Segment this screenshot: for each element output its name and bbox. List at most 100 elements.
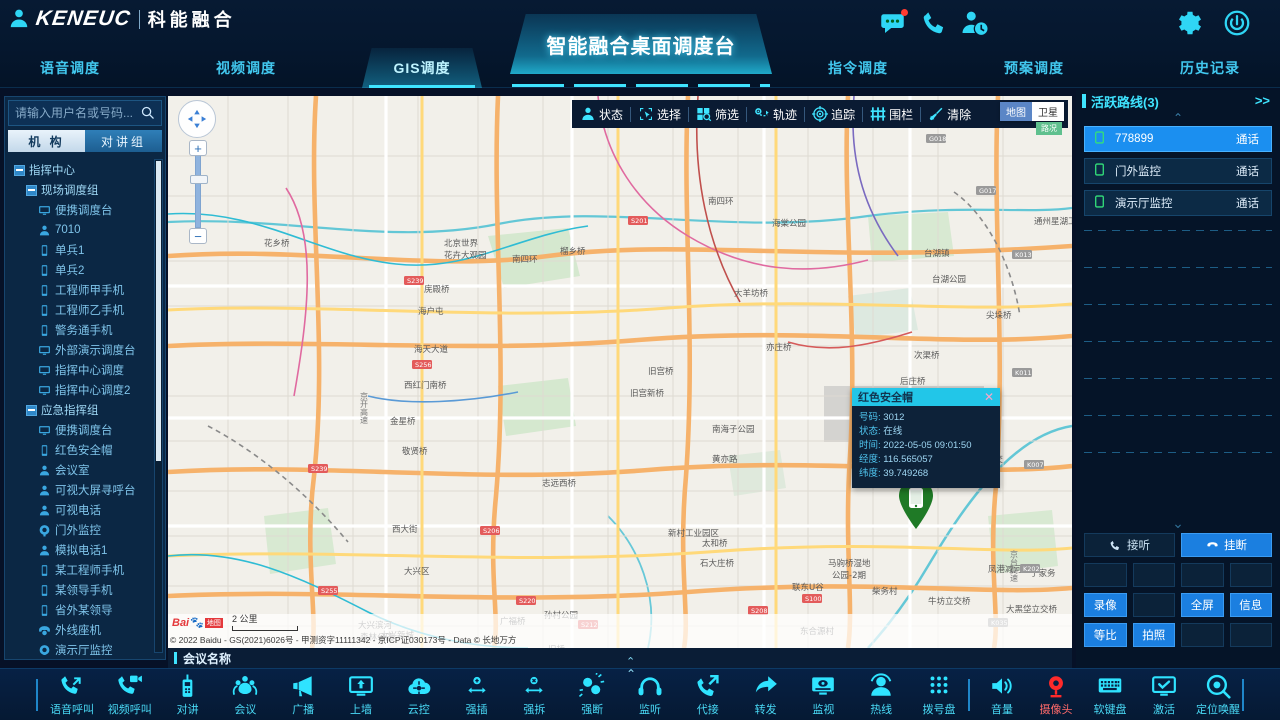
org-tree-scroll[interactable]: 指挥中心 现场调度组 便携调度台 7010 单兵1 单兵2 工程师甲手机 工程师乙手机 警务通手… — [8, 157, 164, 655]
control-button-接听[interactable]: 接听 — [1084, 533, 1175, 557]
tree-item[interactable]: 现场调度组 — [10, 180, 164, 200]
tree-item[interactable]: 应急指挥组 — [10, 400, 164, 420]
map-zoom-slider-handle[interactable] — [190, 175, 208, 184]
power-icon[interactable] — [1222, 8, 1252, 38]
map-tool-追踪[interactable]: 追踪 — [812, 106, 855, 123]
toolbar-action-上墙[interactable]: 上墙 — [333, 673, 389, 719]
toolbar-action-强断[interactable]: 强断 — [564, 672, 620, 719]
search-icon[interactable] — [140, 105, 155, 120]
phone-icon[interactable] — [920, 8, 950, 38]
toolbar-action-激活[interactable]: 激活 — [1136, 673, 1192, 719]
map-zoom-out-button[interactable]: − — [189, 228, 207, 244]
user-history-icon[interactable] — [960, 8, 990, 38]
panel-collapse-button[interactable]: >> — [1255, 93, 1270, 108]
sidebar-tab-1[interactable]: 对讲组 — [85, 130, 162, 152]
tree-item[interactable]: 演示厅监控 — [10, 640, 164, 655]
nav-tab-5[interactable]: 历史记录 — [1150, 48, 1270, 88]
gear-icon[interactable] — [1172, 8, 1202, 38]
control-button-拍照[interactable]: 拍照 — [1132, 623, 1175, 647]
nav-tab-1[interactable]: 视频调度 — [186, 48, 306, 88]
control-button-信息[interactable]: 信息 — [1229, 593, 1272, 617]
toolbar-action-label: 软键盘 — [1093, 704, 1127, 716]
tree-item[interactable]: 指挥中心调度2 — [10, 380, 164, 400]
map-zoom-in-button[interactable]: + — [189, 140, 207, 156]
route-item[interactable]: 778899 通话 — [1084, 126, 1272, 152]
conference-collapse-icon[interactable]: ⌃ — [626, 655, 635, 668]
map-tool-清除[interactable]: 清除 — [928, 106, 971, 123]
tree-item[interactable]: 单兵1 — [10, 240, 164, 260]
toolbar-action-强拆[interactable]: 强拆 — [506, 673, 562, 719]
tree-item[interactable]: 门外监控 — [10, 520, 164, 540]
route-item[interactable]: 演示厅监控 通话 — [1084, 190, 1272, 216]
tree-item[interactable]: 外部演示调度台 — [10, 340, 164, 360]
toolbar-action-视频呼叫[interactable]: 视频呼叫 — [102, 673, 158, 719]
map-tool-围栏[interactable]: 围栏 — [870, 106, 913, 123]
tree-item[interactable]: 指挥中心 — [10, 160, 164, 180]
tree-item[interactable]: 7010 — [10, 220, 164, 240]
map-tool-状态[interactable]: 状态 — [580, 106, 623, 123]
map-tool-选择[interactable]: 选择 — [638, 106, 681, 123]
collapse-minus-icon[interactable] — [26, 404, 37, 416]
tree-item[interactable]: 模拟电话1 — [10, 540, 164, 560]
tree-item[interactable]: 警务通手机 — [10, 320, 164, 340]
nav-tab-0[interactable]: 语音调度 — [10, 48, 130, 88]
tree-item[interactable]: 便携调度台 — [10, 200, 164, 220]
nav-tab-3[interactable]: 指令调度 — [798, 48, 918, 88]
map-zoom-slider-track[interactable] — [190, 154, 208, 228]
route-item[interactable]: 门外监控 通话 — [1084, 158, 1272, 184]
control-button-等比[interactable]: 等比 — [1084, 623, 1127, 647]
map-pan-compass[interactable] — [178, 100, 216, 138]
tree-item[interactable]: 外线座机 — [10, 620, 164, 640]
control-button-全屏[interactable]: 全屏 — [1181, 593, 1224, 617]
sidebar-scrollbar-thumb[interactable] — [156, 161, 161, 461]
map-tool-轨迹[interactable]: 轨迹 — [754, 106, 797, 123]
tree-item[interactable]: 红色安全帽 — [10, 440, 164, 460]
toolbar-action-强插[interactable]: 强插 — [449, 673, 505, 719]
toolbar-action-广播[interactable]: 广播 — [275, 673, 331, 719]
tree-item[interactable]: 某领导手机 — [10, 580, 164, 600]
sidebar-scrollbar[interactable] — [154, 159, 163, 653]
toolbar-action-代接[interactable]: 代接 — [680, 673, 736, 719]
collapse-minus-icon[interactable] — [26, 184, 37, 196]
control-button-录像[interactable]: 录像 — [1084, 593, 1127, 617]
toolbar-action-定位唤醒[interactable]: 定位唤醒 — [1190, 673, 1246, 719]
toolbar-action-监视[interactable]: 监视 — [795, 673, 851, 719]
chat-icon[interactable] — [880, 8, 910, 38]
tree-item[interactable]: 省外某领导 — [10, 600, 164, 620]
routes-scroll-up-icon[interactable]: ⌃ — [1076, 112, 1280, 126]
tree-item[interactable]: 单兵2 — [10, 260, 164, 280]
toolbar-action-语音呼叫[interactable]: 语音呼叫 — [44, 673, 100, 719]
tree-item[interactable]: 指挥中心调度 — [10, 360, 164, 380]
map-type-option-0[interactable]: 地图 — [1000, 102, 1032, 121]
toolbar-action-热线[interactable]: 热线 — [853, 673, 909, 719]
control-button-挂断[interactable]: 挂断 — [1181, 533, 1272, 557]
traffic-toggle[interactable]: 路况 — [1036, 122, 1062, 135]
toolbar-collapse-icon[interactable]: ⌃ — [626, 667, 636, 681]
tree-item[interactable]: 会议室 — [10, 460, 164, 480]
nav-tab-4[interactable]: 预案调度 — [974, 48, 1094, 88]
search-input[interactable] — [9, 102, 137, 124]
map-tool-label: 围栏 — [889, 107, 914, 122]
toolbar-action-音量[interactable]: 音量 — [974, 673, 1030, 719]
tree-item[interactable]: 工程师乙手机 — [10, 300, 164, 320]
map-tool-筛选[interactable]: 筛选 — [696, 106, 739, 123]
tree-item[interactable]: 便携调度台 — [10, 420, 164, 440]
toolbar-action-云控[interactable]: 云控 — [391, 673, 447, 719]
toolbar-action-软键盘[interactable]: 软键盘 — [1082, 673, 1138, 719]
sidebar-tab-0[interactable]: 机 构 — [8, 130, 85, 152]
toolbar-action-拨号盘[interactable]: 拨号盘 — [911, 673, 967, 719]
toolbar-action-会议[interactable]: 会议 — [217, 673, 273, 719]
tree-item[interactable]: 可视大屏寻呼台 — [10, 480, 164, 500]
tree-item[interactable]: 可视电话 — [10, 500, 164, 520]
collapse-minus-icon[interactable] — [14, 164, 25, 176]
toolbar-action-对讲[interactable]: 对讲 — [160, 673, 216, 719]
gis-map[interactable]: 花乡桥 北京世界 花卉大观园 南四环 榴乡桥 南四环 海棠公园 大羊坊桥 庑殿桥 海户屯 通州… — [168, 96, 1072, 648]
map-type-option-1[interactable]: 卫星 — [1032, 102, 1064, 121]
toolbar-action-转发[interactable]: 转发 — [738, 673, 794, 719]
toolbar-action-摄像头[interactable]: 摄像头 — [1028, 673, 1084, 719]
nav-tab-2[interactable]: GIS调度 — [362, 48, 482, 88]
tree-item[interactable]: 某工程师手机 — [10, 560, 164, 580]
routes-scroll-down-icon[interactable]: ⌄ — [1076, 516, 1280, 532]
close-icon[interactable]: ✕ — [984, 391, 994, 403]
tree-item[interactable]: 工程师甲手机 — [10, 280, 164, 300]
